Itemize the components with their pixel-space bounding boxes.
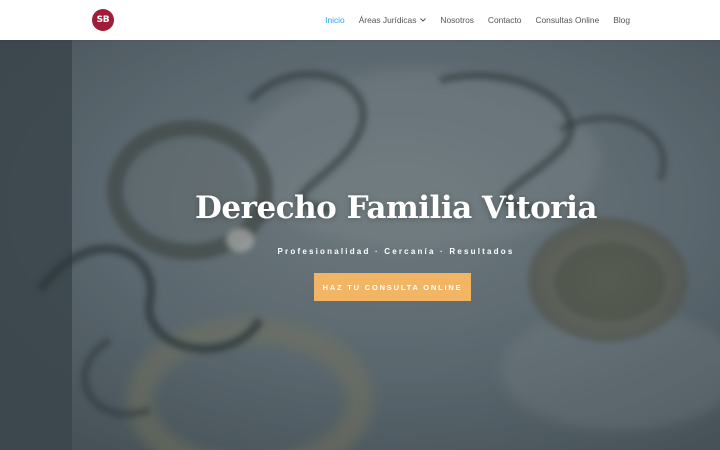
- hero-section: Derecho Familia Vitoria Profesionalidad …: [0, 40, 720, 450]
- nav-item-label: Contacto: [487, 15, 522, 25]
- nav-item-label: Áreas Jurídicas: [358, 15, 417, 25]
- site-header: SB Inicio Áreas Jurídicas Nosotros Conta…: [0, 0, 720, 40]
- nav-item-areas-juridicas[interactable]: Áreas Jurídicas: [359, 15, 427, 25]
- cta-label: HAZ TU CONSULTA ONLINE: [322, 282, 463, 292]
- hero-overlay: [0, 40, 720, 450]
- nav-item-blog[interactable]: Blog: [613, 15, 630, 25]
- nav-item-contacto[interactable]: Contacto: [488, 15, 522, 25]
- hero-subtitle: Profesionalidad · Cercanía · Resultados: [277, 247, 515, 256]
- consultation-cta-button[interactable]: HAZ TU CONSULTA ONLINE: [314, 273, 471, 301]
- chevron-down-icon: [420, 18, 427, 22]
- main-nav: Inicio Áreas Jurídicas Nosotros Contacto…: [325, 0, 630, 40]
- nav-item-label: Blog: [613, 15, 630, 25]
- logo-text: SB: [96, 15, 110, 25]
- nav-item-nosotros[interactable]: Nosotros: [440, 15, 474, 25]
- nav-item-consultas-online[interactable]: Consultas Online: [535, 15, 599, 25]
- hero-title: Derecho Familia Vitoria: [195, 190, 597, 226]
- site-logo[interactable]: SB: [92, 9, 114, 31]
- nav-item-label: Inicio: [325, 15, 345, 25]
- nav-item-label: Consultas Online: [535, 15, 600, 25]
- nav-item-label: Nosotros: [440, 15, 474, 25]
- nav-item-inicio[interactable]: Inicio: [325, 15, 345, 25]
